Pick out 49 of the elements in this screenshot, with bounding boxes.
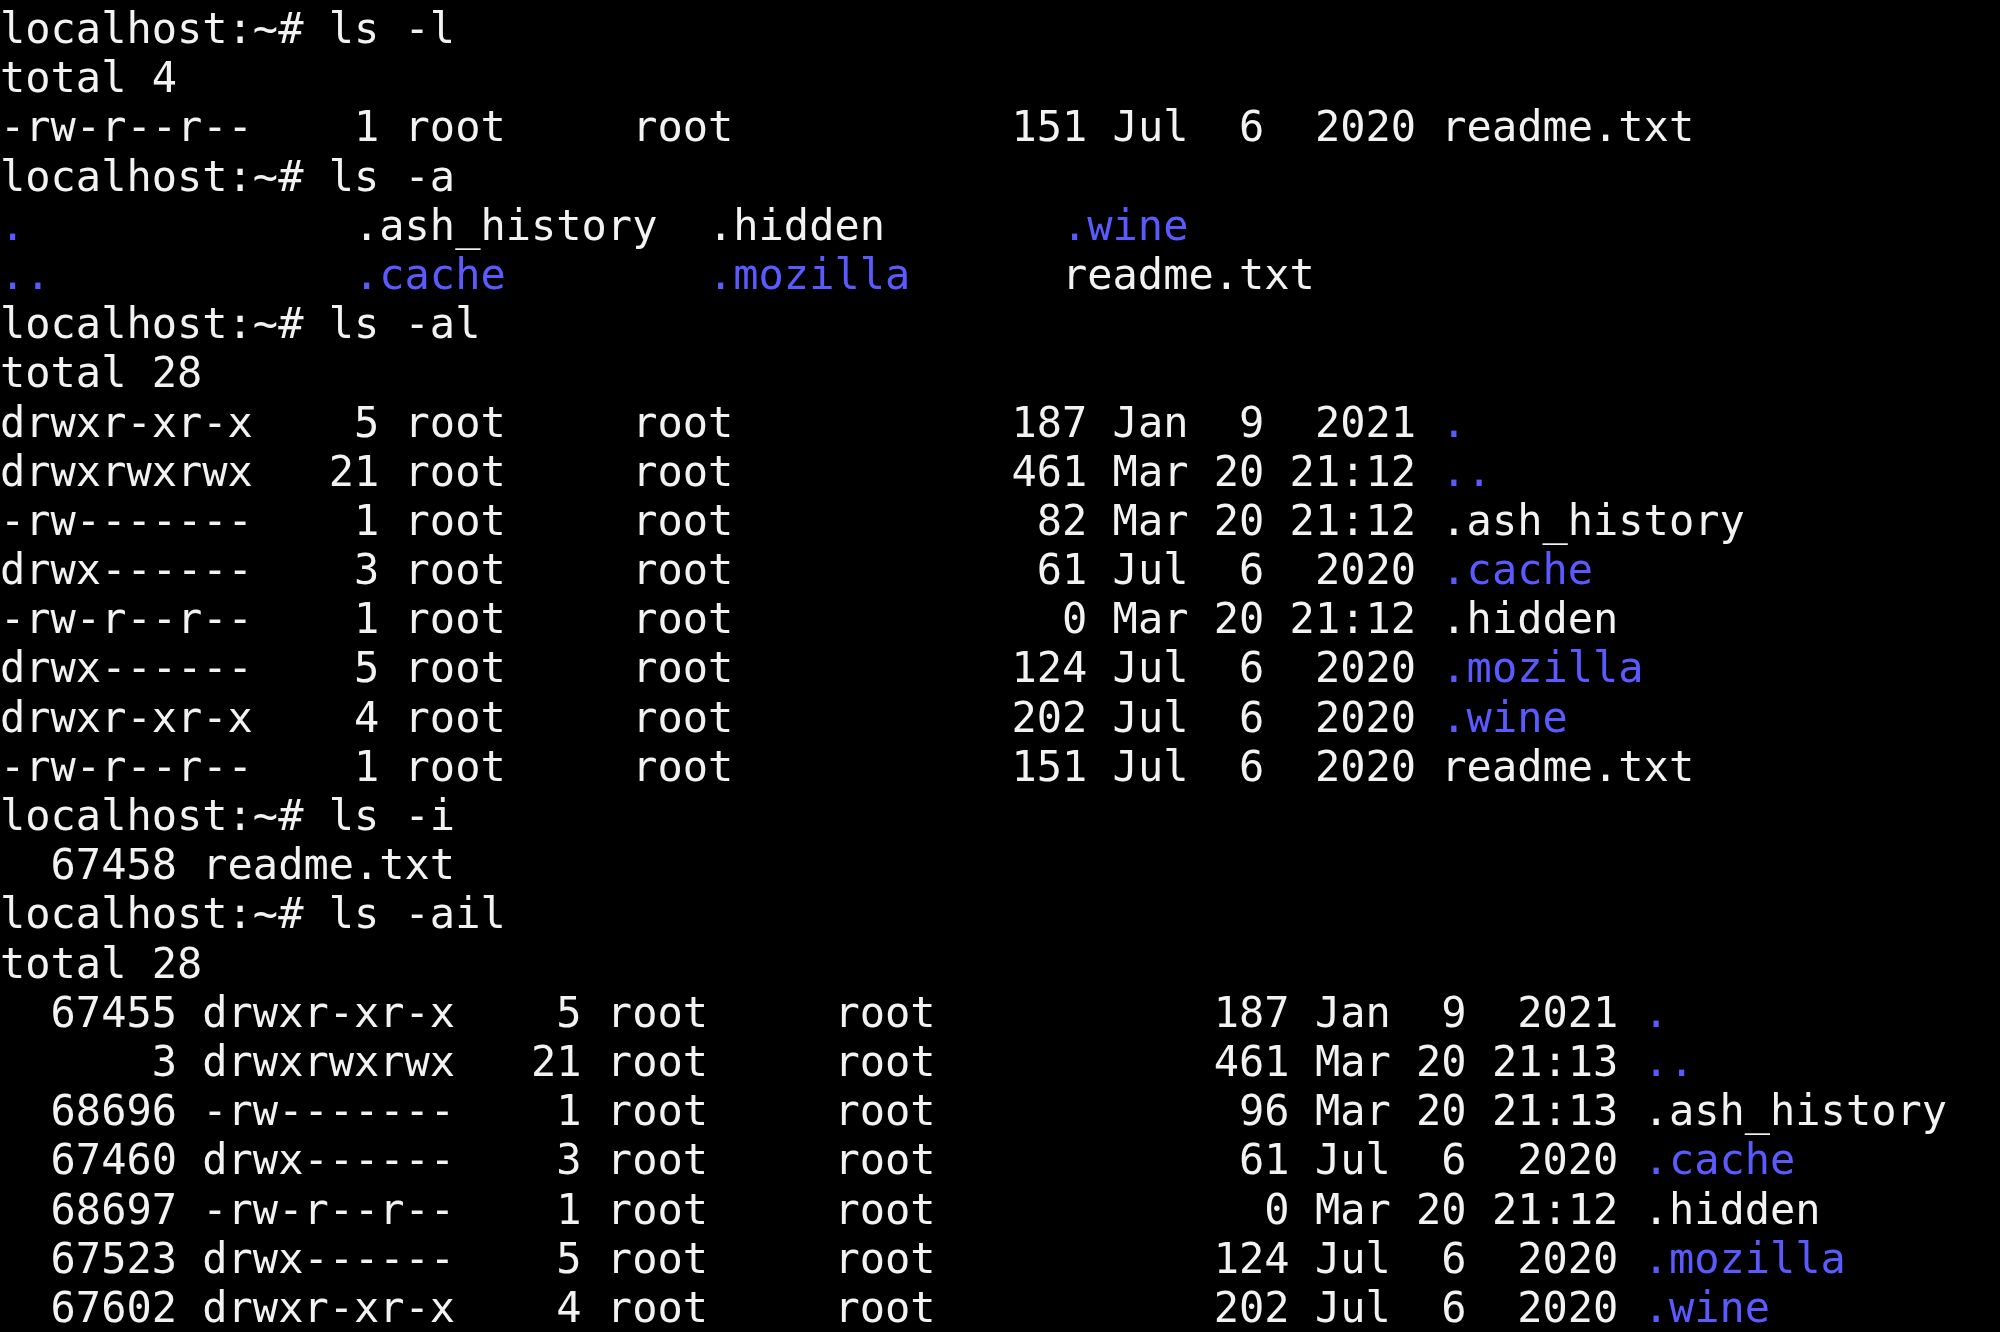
terminal-output: 67602 drwxr-xr-x 4 root root 202 Jul 6 2020 <box>49 1282 1620 1332</box>
terminal-output: readme.txt <box>1062 249 1315 300</box>
command-prompt: localhost:~# ls -l <box>0 4 456 53</box>
command-prompt: localhost:~# ls -i <box>0 791 456 840</box>
terminal-output: 68697 -rw-r--r-- 1 root root 0 Mar 20 21:12 <box>49 1184 1620 1234</box>
directory-name: .cache <box>354 249 506 300</box>
directory-name: .wine <box>1643 1282 1771 1332</box>
terminal-output: drwx------ 3 root root 61 Jul 6 2020 <box>0 545 1418 595</box>
terminal-output: total 4 <box>0 53 177 103</box>
terminal-output: drwxrwxrwx 21 root root 461 Mar 20 21:12 <box>0 446 1418 496</box>
directory-name: .. <box>1643 1036 1695 1086</box>
terminal-output: -rw-r--r-- 1 root root 151 Jul 6 2020 <box>0 102 1418 152</box>
terminal-output: total 28 <box>0 348 203 398</box>
directory-name: .mozilla <box>1643 1233 1846 1283</box>
terminal-output: readme.txt <box>1441 741 1695 791</box>
command-prompt: localhost:~# ls -al <box>0 299 481 349</box>
terminal-output: 67458 readme.txt <box>49 840 456 890</box>
directory-name: .. <box>1441 446 1492 496</box>
command-prompt: localhost:~# ls -a <box>0 151 456 201</box>
terminal-output: .ash_history <box>1441 495 1745 545</box>
directory-name: .wine <box>1441 692 1568 742</box>
terminal-output: 67460 drwx------ 3 root root 61 Jul 6 2020 <box>49 1135 1620 1185</box>
terminal-output: .hidden <box>1441 594 1619 644</box>
terminal-output: .hidden <box>1643 1184 1821 1234</box>
directory-name: .cache <box>1441 545 1594 595</box>
directory-name: .wine <box>1062 200 1189 250</box>
directory-name: . <box>1643 987 1669 1037</box>
directory-name: .cache <box>1643 1135 1796 1185</box>
terminal-output: 67523 drwx------ 5 root root 124 Jul 6 2020 <box>49 1233 1620 1283</box>
terminal-output: .ash_history <box>1643 1086 1948 1136</box>
directory-name: .mozilla <box>708 249 911 300</box>
terminal-output: -rw------- 1 root root 82 Mar 20 21:12 <box>0 495 1418 545</box>
terminal-output: 3 drwxrwxrwx 21 root root 461 Mar 20 21:13 <box>150 1036 1620 1086</box>
terminal-output: drwx------ 5 root root 124 Jul 6 2020 <box>0 643 1418 693</box>
directory-name: .mozilla <box>1441 643 1644 693</box>
directory-name: . <box>0 200 26 250</box>
terminal-output: 67455 drwxr-xr-x 5 root root 187 Jan 9 2021 <box>49 987 1620 1037</box>
terminal-output: drwxr-xr-x 5 root root 187 Jan 9 2021 <box>0 397 1418 447</box>
terminal-output: drwxr-xr-x 4 root root 202 Jul 6 2020 <box>0 692 1418 742</box>
terminal-output: readme.txt <box>1441 102 1695 152</box>
directory-name: . <box>1441 397 1467 447</box>
terminal-output: .hidden <box>708 200 885 250</box>
terminal-output: total 28 <box>0 938 203 988</box>
directory-name: .. <box>0 249 51 300</box>
terminal-output: 68696 -rw------- 1 root root 96 Mar 20 21:13 <box>49 1086 1620 1136</box>
terminal-output: -rw-r--r-- 1 root root 0 Mar 20 21:12 <box>0 594 1418 644</box>
terminal-output: .ash_history <box>354 200 658 250</box>
command-prompt: localhost:~# ls -ail <box>0 889 506 939</box>
terminal-output: -rw-r--r-- 1 root root 151 Jul 6 2020 <box>0 741 1418 791</box>
